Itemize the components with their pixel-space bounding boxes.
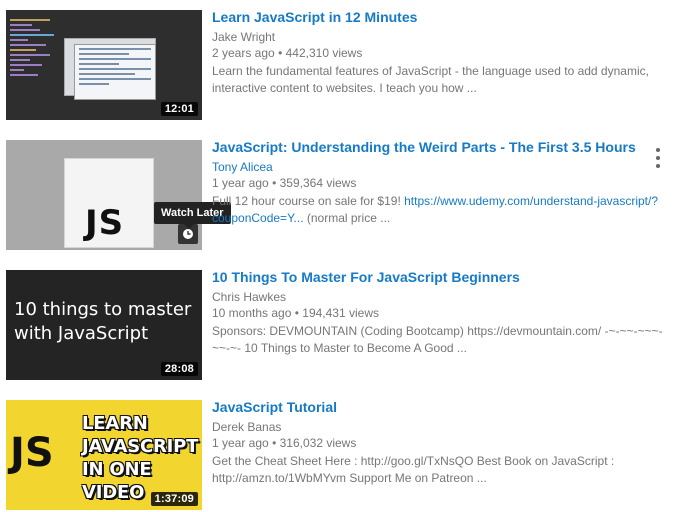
dialog-image: [74, 44, 156, 100]
clock-icon: [183, 229, 193, 239]
video-info: Learn JavaScript in 12 Minutes Jake Wrig…: [212, 8, 672, 97]
video-title-link[interactable]: 10 Things To Master For JavaScript Begin…: [212, 268, 672, 286]
video-thumbnail[interactable]: 10 things to master with JavaScript 28:0…: [6, 270, 202, 380]
thumbnail-caption-line: LEARN: [82, 413, 148, 434]
video-thumbnail[interactable]: JS: [6, 140, 202, 250]
description-link[interactable]: couponCode=Y...: [212, 211, 304, 225]
description-text: Full 12 hour course on sale for $19!: [212, 194, 401, 208]
thumbnail-caption: LEARN JAVASCRIPT IN ONE VIDEO: [82, 412, 198, 504]
separator: •: [278, 46, 283, 60]
video-result: JS Watch Later JavaScript: Understanding…: [6, 138, 676, 250]
description-line: couponCode=Y... (normal price ...: [212, 210, 672, 227]
video-meta: 2 years ago • 442,310 views: [212, 45, 672, 61]
thumbnail-caption-line: 10 things to master: [14, 299, 192, 320]
description-text: (normal price ...: [306, 211, 391, 225]
video-description: Sponsors: DEVMOUNTAIN (Coding Bootcamp) …: [212, 323, 672, 357]
video-result: 12:01 Learn JavaScript in 12 Minutes Jak…: [6, 8, 676, 120]
description-line: Sponsors: DEVMOUNTAIN (Coding Bootcamp) …: [212, 324, 663, 338]
description-line: interactive content to websites. I teach…: [212, 81, 477, 95]
video-title-link[interactable]: Learn JavaScript in 12 Minutes: [212, 8, 672, 26]
video-info: 10 Things To Master For JavaScript Begin…: [212, 268, 672, 357]
upload-age: 1 year ago: [212, 176, 269, 190]
video-info: JavaScript Tutorial Derek Banas 1 year a…: [212, 398, 672, 487]
channel-link[interactable]: Jake Wright: [212, 29, 672, 45]
description-line: Get the Cheat Sheet Here : http://goo.gl…: [212, 454, 615, 468]
channel-link[interactable]: Chris Hawkes: [212, 289, 672, 305]
video-title-link[interactable]: JavaScript: Understanding the Weird Part…: [212, 138, 672, 156]
video-info: JavaScript: Understanding the Weird Part…: [212, 138, 672, 227]
channel-link[interactable]: Tony Alicea: [212, 159, 672, 175]
video-thumbnail[interactable]: JS LEARN JAVASCRIPT IN ONE VIDEO 1:37:09: [6, 400, 202, 510]
description-line: Full 12 hour course on sale for $19! htt…: [212, 193, 672, 210]
separator: •: [272, 436, 277, 450]
view-count: 359,364 views: [279, 176, 357, 190]
description-line: Learn the fundamental features of JavaSc…: [212, 64, 649, 78]
video-description: Get the Cheat Sheet Here : http://goo.gl…: [212, 453, 672, 487]
description-link[interactable]: https://www.udemy.com/understand-javascr…: [404, 194, 658, 208]
video-result: JS LEARN JAVASCRIPT IN ONE VIDEO 1:37:09…: [6, 398, 676, 510]
thumbnail-caption-line: IN ONE: [82, 459, 152, 480]
js-logo-text: JS: [85, 203, 125, 243]
video-meta: 10 months ago • 194,431 views: [212, 305, 672, 321]
js-logo-text: JS: [10, 430, 54, 476]
description-line: ~~-~- 10 Things to Master to Become A Go…: [212, 341, 467, 355]
video-meta: 1 year ago • 359,364 views: [212, 175, 672, 191]
view-count: 316,032 views: [279, 436, 357, 450]
duration-badge: 1:37:09: [150, 492, 198, 506]
thumbnail-caption: 10 things to master with JavaScript: [14, 298, 191, 346]
js-logo-card: JS: [64, 158, 154, 248]
more-actions-icon[interactable]: [651, 148, 665, 168]
video-thumbnail[interactable]: 12:01: [6, 10, 202, 120]
video-result: 10 things to master with JavaScript 28:0…: [6, 268, 676, 380]
duration-badge: 28:08: [160, 362, 198, 376]
upload-age: 10 months ago: [212, 306, 292, 320]
duration-badge: 12:01: [160, 102, 198, 116]
view-count: 194,431 views: [302, 306, 379, 320]
thumbnail-caption-line: with JavaScript: [14, 323, 149, 344]
video-meta: 1 year ago • 316,032 views: [212, 435, 672, 451]
thumbnail-caption-line: JAVASCRIPT: [82, 436, 199, 457]
video-description: Learn the fundamental features of JavaSc…: [212, 63, 672, 97]
description-line: http://amzn.to/1WbMYvm Support Me on Pat…: [212, 471, 487, 485]
upload-age: 1 year ago: [212, 436, 269, 450]
separator: •: [294, 306, 299, 320]
view-count: 442,310 views: [285, 46, 363, 60]
channel-link[interactable]: Derek Banas: [212, 419, 672, 435]
separator: •: [272, 176, 277, 190]
video-title-link[interactable]: JavaScript Tutorial: [212, 398, 672, 416]
video-description: Full 12 hour course on sale for $19! htt…: [212, 193, 672, 227]
code-editor-image: [10, 16, 68, 86]
upload-age: 2 years ago: [212, 46, 275, 60]
